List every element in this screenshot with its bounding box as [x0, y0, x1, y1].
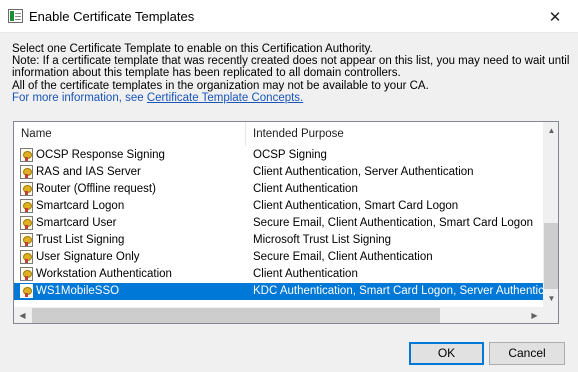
certificate-template-icon [20, 199, 33, 213]
list-item[interactable]: WS1MobileSSO KDC Authentication, Smart Ca… [14, 283, 558, 300]
close-button[interactable]: ✕ [532, 0, 578, 33]
vertical-scrollbar[interactable]: ▲ ▼ [543, 122, 558, 307]
intended-purpose: Client Authentication [253, 183, 358, 195]
description-line-1: Select one Certificate Template to enabl… [12, 43, 373, 55]
intended-purpose: Secure Email, Client Authentication [253, 251, 433, 263]
list-item[interactable]: Smartcard User Secure Email, Client Authe… [14, 215, 543, 232]
intended-purpose: Client Authentication [253, 268, 358, 280]
description: Select one Certificate Template to enabl… [12, 43, 572, 104]
more-info-text: For more information, see Certificate Te… [12, 92, 572, 104]
list-rows: OCSP Response Signing OCSP Signing RAS and… [14, 147, 558, 300]
scrollbar-corner [543, 307, 558, 323]
template-name: Smartcard Logon [36, 200, 125, 212]
list-item[interactable]: Smartcard Logon Client Authentication, Sm… [14, 198, 543, 215]
intended-purpose: Client Authentication, Smart Card Logon [253, 200, 459, 212]
intended-purpose: Client Authentication, Server Authentica… [253, 166, 474, 178]
column-header-intended-purpose[interactable]: Intended Purpose [246, 122, 543, 146]
list-item[interactable]: OCSP Response Signing OCSP Signing [14, 147, 543, 164]
certificate-template-icon [20, 165, 33, 179]
template-name: Workstation Authentication [36, 268, 172, 280]
vertical-scroll-thumb[interactable] [544, 223, 558, 289]
template-name: User Signature Only [36, 251, 140, 263]
ok-button[interactable]: OK [409, 342, 484, 365]
description-line-2: Note: If a certificate template that was… [12, 55, 570, 68]
template-name: Router (Offline request) [36, 183, 156, 195]
certificate-template-icon [20, 182, 33, 196]
list-item[interactable]: Trust List Signing Microsoft Trust List S… [14, 232, 543, 249]
scroll-up-arrow-icon[interactable]: ▲ [543, 122, 558, 139]
certificate-template-icon [20, 250, 33, 264]
template-name: WS1MobileSSO [36, 285, 120, 297]
intended-purpose: OCSP Signing [253, 149, 327, 161]
app-icon [8, 9, 23, 23]
certificate-template-icon [20, 216, 33, 230]
list-item[interactable]: Workstation Authentication Client Authent… [14, 266, 543, 283]
intended-purpose: KDC Authentication, Smart Card Logon, Se… [253, 285, 559, 297]
certificate-template-icon [20, 233, 33, 247]
horizontal-scrollbar[interactable]: ◀ ▶ [14, 307, 543, 323]
template-list[interactable]: Name Intended Purpose OCSP Response Sign… [13, 121, 559, 324]
certificate-template-icon [20, 284, 33, 298]
description-line-4: All of the certificate templates in the … [12, 79, 429, 92]
description-line-3: information about this template has been… [12, 67, 401, 80]
template-name: OCSP Response Signing [36, 149, 165, 161]
intended-purpose: Microsoft Trust List Signing [253, 234, 392, 246]
list-item[interactable]: User Signature Only Secure Email, Client … [14, 249, 543, 266]
column-header-name[interactable]: Name [14, 122, 246, 146]
certificate-template-concepts-link[interactable]: Certificate Template Concepts. [147, 92, 303, 104]
template-name: RAS and IAS Server [36, 166, 141, 178]
template-name: Smartcard User [36, 217, 117, 229]
list-item[interactable]: Router (Offline request) Client Authentic… [14, 181, 543, 198]
window-title: Enable Certificate Templates [29, 9, 195, 24]
intended-purpose: Secure Email, Client Authentication, Sma… [253, 217, 533, 229]
template-name: Trust List Signing [36, 234, 125, 246]
title-bar: Enable Certificate Templates ✕ [0, 0, 578, 33]
more-info-prefix: For more information, see [12, 91, 147, 104]
horizontal-scroll-thumb[interactable] [32, 308, 440, 323]
cancel-button[interactable]: Cancel [489, 342, 565, 365]
scroll-left-arrow-icon[interactable]: ◀ [14, 307, 31, 323]
certificate-template-icon [20, 148, 33, 162]
list-item[interactable]: RAS and IAS Server Client Authentication,… [14, 164, 543, 181]
scroll-right-arrow-icon[interactable]: ▶ [526, 307, 543, 323]
certificate-template-icon [20, 267, 33, 281]
list-header: Name Intended Purpose [14, 122, 543, 146]
scroll-down-arrow-icon[interactable]: ▼ [543, 290, 558, 307]
